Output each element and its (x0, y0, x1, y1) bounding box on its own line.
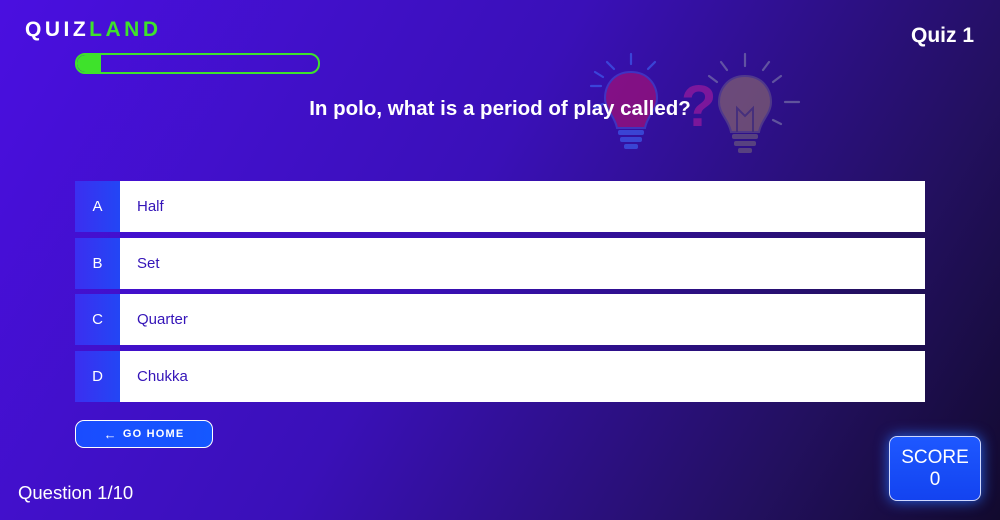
answer-option-d[interactable]: D Chukka (75, 350, 925, 402)
answer-letter: B (75, 237, 120, 289)
go-home-button[interactable]: ← GO HOME (75, 420, 213, 448)
answer-letter: D (75, 350, 120, 402)
score-value: 0 (929, 468, 941, 490)
score-label: SCORE (901, 446, 969, 468)
progress-bar-fill (77, 55, 102, 72)
app-logo: QUIZLAND (25, 18, 162, 42)
logo-part-quiz: QUIZ (25, 18, 90, 41)
answer-text: Chukka (120, 350, 925, 402)
logo-part-land: LAND (89, 18, 162, 41)
answer-option-c[interactable]: C Quarter (75, 294, 925, 345)
arrow-left-icon: ← (103, 426, 118, 442)
progress-bar (75, 53, 320, 74)
go-home-label: GO HOME (122, 428, 185, 440)
answer-text: Half (120, 181, 925, 232)
score-box: SCORE 0 (889, 436, 981, 501)
question-text: In polo, what is a period of play called… (309, 97, 691, 120)
answer-option-a[interactable]: A Half (75, 181, 925, 232)
answer-letter: C (75, 294, 120, 345)
answer-option-b[interactable]: B Set (75, 237, 925, 289)
answer-text: Set (120, 237, 925, 289)
answer-text: Quarter (120, 294, 925, 345)
question-counter: Question 1/10 (18, 482, 134, 503)
answer-list: A Half B Set C Quarter D Chukka (75, 181, 925, 407)
answer-letter: A (75, 181, 120, 232)
quiz-title: Quiz 1 (910, 24, 974, 47)
